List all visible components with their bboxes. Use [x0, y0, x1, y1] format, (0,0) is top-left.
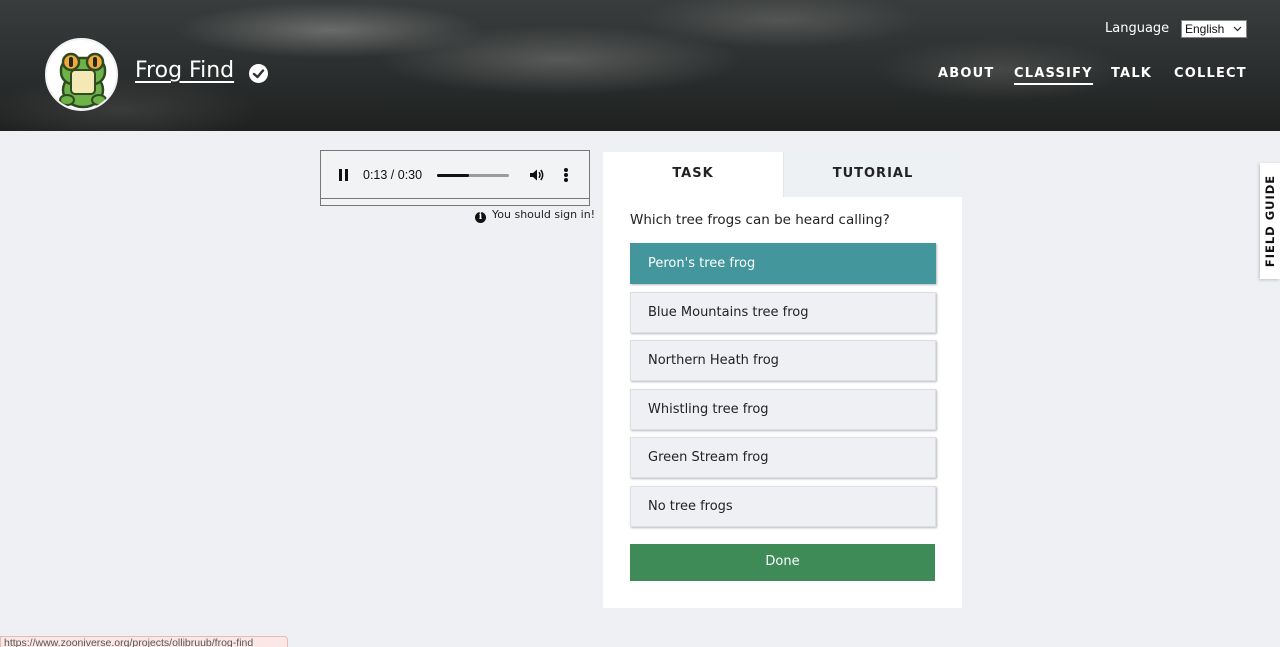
status-bar-url: https://www.zooniverse.org/projects/olli…: [0, 636, 288, 647]
tab-task[interactable]: TASK: [603, 152, 783, 197]
more-vertical-icon[interactable]: [563, 167, 569, 183]
task-question: Which tree frogs can be heard calling?: [630, 212, 890, 228]
done-button[interactable]: Done: [630, 544, 935, 581]
project-header: Frog Find Language English ABOUT CLASSIF…: [0, 0, 1280, 131]
task-panel: TASK TUTORIAL Which tree frogs can be he…: [603, 152, 962, 608]
audio-controls: 0:13 / 0:30: [321, 151, 589, 199]
language-label: Language: [1105, 21, 1170, 36]
audio-player: 0:13 / 0:30: [320, 150, 590, 206]
chevron-down-icon: [1233, 21, 1242, 43]
nav-classify[interactable]: CLASSIFY: [1014, 66, 1093, 85]
audio-seek-slider[interactable]: [437, 174, 509, 177]
answer-green-stream-frog[interactable]: Green Stream frog: [630, 437, 936, 478]
language-select-value: English: [1185, 22, 1225, 36]
answer-no-tree-frogs[interactable]: No tree frogs: [630, 486, 936, 527]
audio-progress-fill: [437, 174, 470, 177]
info-icon: i: [475, 212, 486, 223]
frog-logo-icon[interactable]: [45, 38, 118, 111]
nav-about[interactable]: ABOUT: [938, 66, 994, 81]
nav-talk[interactable]: TALK: [1111, 66, 1152, 81]
answer-whistling-tree-frog[interactable]: Whistling tree frog: [630, 389, 936, 430]
volume-icon[interactable]: [529, 167, 545, 183]
nav-collect[interactable]: COLLECT: [1174, 66, 1247, 81]
signin-notice-text: You should sign in!: [492, 208, 596, 221]
answer-northern-heath-frog[interactable]: Northern Heath frog: [630, 340, 936, 381]
field-guide-label: FIELD GUIDE: [1263, 174, 1277, 268]
check-circle-icon: [249, 64, 268, 83]
answer-perons-tree-frog[interactable]: Peron's tree frog: [630, 243, 936, 284]
tab-tutorial[interactable]: TUTORIAL: [783, 152, 962, 197]
project-title-link[interactable]: Frog Find: [135, 58, 234, 83]
pause-icon[interactable]: [339, 169, 349, 181]
language-select[interactable]: English: [1181, 20, 1247, 38]
signin-notice[interactable]: i You should sign in!: [475, 208, 595, 223]
field-guide-tab[interactable]: FIELD GUIDE: [1260, 163, 1280, 279]
audio-time: 0:13 / 0:30: [363, 168, 423, 182]
answer-blue-mountains-tree-frog[interactable]: Blue Mountains tree frog: [630, 292, 936, 333]
